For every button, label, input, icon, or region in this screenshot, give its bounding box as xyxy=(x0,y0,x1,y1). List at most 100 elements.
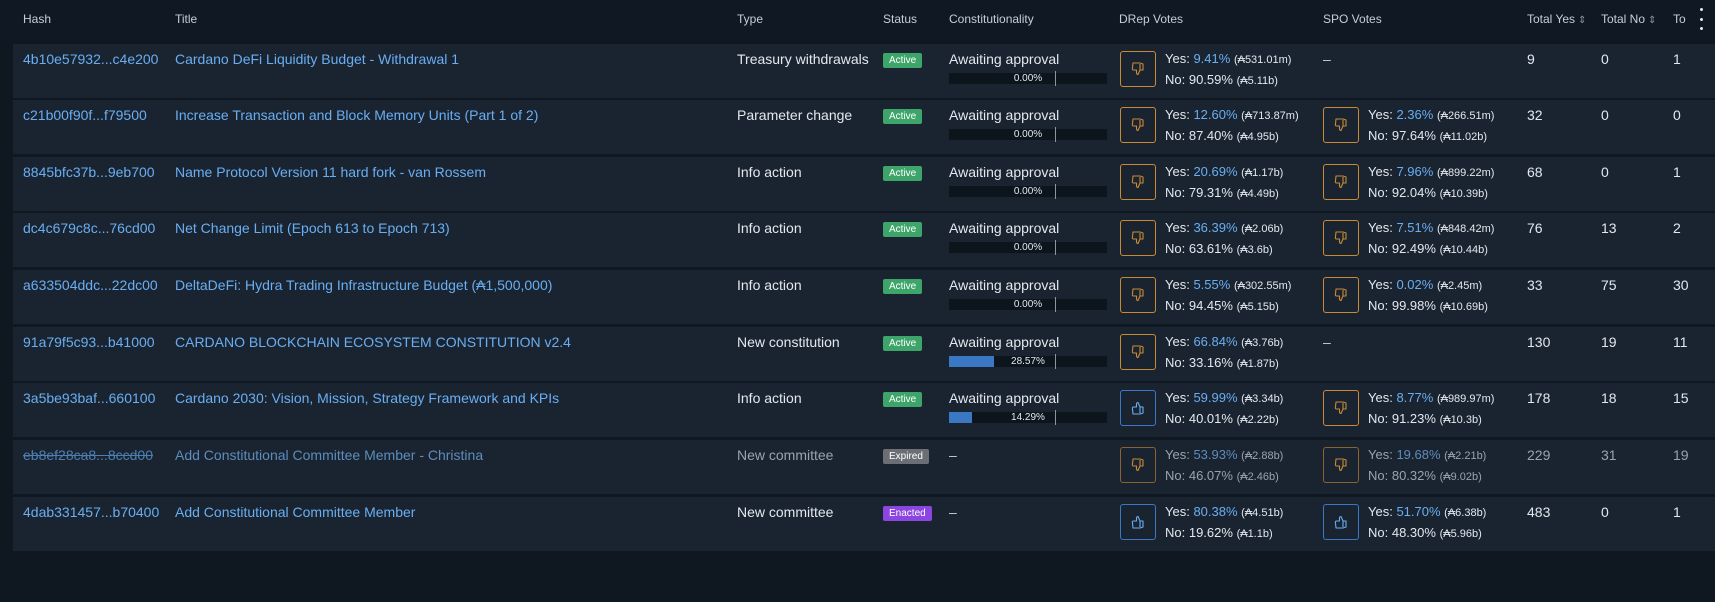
table-row[interactable]: 4b10e57932...c4e200 Cardano DeFi Liquidit… xyxy=(13,44,1715,98)
proposal-title-link[interactable]: Net Change Limit (Epoch 613 to Epoch 713… xyxy=(175,220,450,236)
drep-votes-yes-amount: (₳1.17b) xyxy=(1241,167,1284,179)
drep-votes-no-percent: 40.01% xyxy=(1188,411,1233,426)
proposal-hash-link[interactable]: eb8ef28ca8...8ccd00 xyxy=(23,447,153,463)
spo-votes-no-amount: (₳5.96b) xyxy=(1439,528,1482,540)
drep-votes-no-amount: (₳1.87b) xyxy=(1236,358,1279,370)
thumbs-down-icon[interactable] xyxy=(1120,334,1156,370)
thumbs-down-icon[interactable] xyxy=(1120,51,1156,87)
column-header-total-no[interactable]: Total No ⇕ xyxy=(1601,12,1656,26)
spo-votes-empty: – xyxy=(1323,334,1331,350)
spo-votes-yes: Yes: 7.51% (₳848.42m) xyxy=(1368,220,1495,235)
thumbs-up-icon[interactable] xyxy=(1120,504,1156,540)
table-row[interactable]: c21b00f90f...f79500 Increase Transaction … xyxy=(13,100,1715,154)
table-row[interactable]: dc4c679c8c...76cd00 Net Change Limit (Epo… xyxy=(13,213,1715,267)
thumbs-down-icon[interactable] xyxy=(1323,390,1359,426)
proposal-hash-link[interactable]: 4dab331457...b70400 xyxy=(23,504,159,520)
column-header-title[interactable]: Title xyxy=(175,12,197,26)
status-badge: Active xyxy=(883,222,923,237)
drep-votes-yes-percent: 80.38% xyxy=(1193,504,1238,519)
thumbs-down-icon[interactable] xyxy=(1323,277,1359,313)
total-abstain-count: 1 xyxy=(1673,51,1681,67)
spo-votes-yes: Yes: 2.36% (₳266.51m) xyxy=(1368,107,1495,122)
table-row[interactable]: 4dab331457...b70400 Add Constitutional Co… xyxy=(13,497,1715,551)
drep-votes-yes-percent: 66.84% xyxy=(1193,334,1238,349)
proposal-title-link[interactable]: Add Constitutional Committee Member xyxy=(175,504,415,520)
thumbs-down-icon[interactable] xyxy=(1120,220,1156,256)
total-no-count: 75 xyxy=(1601,277,1617,293)
sort-icon[interactable]: ⇕ xyxy=(1578,15,1586,26)
drep-votes-no: No: 33.16% (₳1.87b) xyxy=(1165,355,1279,370)
proposal-title-link[interactable]: Cardano DeFi Liquidity Budget - Withdraw… xyxy=(175,51,459,67)
proposal-hash-link[interactable]: c21b00f90f...f79500 xyxy=(23,107,147,123)
drep-votes-yes-amount: (₳302.55m) xyxy=(1233,280,1292,292)
proposal-title-link[interactable]: CARDANO BLOCKCHAIN ECOSYSTEM CONSTITUTIO… xyxy=(175,334,571,350)
proposal-title-link[interactable]: Cardano 2030: Vision, Mission, Strategy … xyxy=(175,390,559,406)
thumbs-down-icon[interactable] xyxy=(1120,277,1156,313)
column-header-total-abstain[interactable]: To xyxy=(1673,12,1686,26)
total-no-count: 31 xyxy=(1601,447,1617,463)
drep-votes-yes: Yes: 80.38% (₳4.51b) xyxy=(1165,504,1284,519)
proposal-title-link[interactable]: Add Constitutional Committee Member - Ch… xyxy=(175,447,483,463)
proposal-title-link[interactable]: Increase Transaction and Block Memory Un… xyxy=(175,107,538,123)
spo-votes-no: No: 92.49% (₳10.44b) xyxy=(1368,241,1488,256)
total-no-count: 0 xyxy=(1601,504,1609,520)
table-row[interactable]: 3a5be93baf...660100 Cardano 2030: Vision,… xyxy=(13,383,1715,437)
drep-votes-yes: Yes: 12.60% (₳713.87m) xyxy=(1165,107,1299,122)
column-header-spo-votes[interactable]: SPO Votes xyxy=(1323,12,1382,26)
drep-votes-no: No: 87.40% (₳4.95b) xyxy=(1165,128,1279,143)
drep-votes-no-amount: (₳4.95b) xyxy=(1236,131,1279,143)
thumbs-down-icon[interactable] xyxy=(1323,220,1359,256)
sort-icon[interactable]: ⇕ xyxy=(1648,15,1656,26)
proposal-hash-link[interactable]: 91a79f5c93...b41000 xyxy=(23,334,155,350)
drep-votes-yes-percent: 5.55% xyxy=(1193,277,1231,292)
total-abstain-count: 0 xyxy=(1673,107,1681,123)
spo-votes-yes-percent: 19.68% xyxy=(1396,447,1441,462)
progress-percent: 0.00% xyxy=(1013,186,1043,197)
proposal-hash-link[interactable]: dc4c679c8c...76cd00 xyxy=(23,220,155,236)
spo-votes-yes-amount: (₳2.21b) xyxy=(1444,450,1487,462)
table-row[interactable]: a633504ddc...22dc00 DeltaDeFi: Hydra Trad… xyxy=(13,270,1715,324)
drep-votes-no: No: 63.61% (₳3.6b) xyxy=(1165,241,1273,256)
table-row[interactable]: eb8ef28ca8...8ccd00 Add Constitutional Co… xyxy=(13,440,1715,494)
spo-votes-no-amount: (₳10.39b) xyxy=(1439,188,1488,200)
thumbs-down-icon[interactable] xyxy=(1120,164,1156,200)
constitutionality-status: Awaiting approval xyxy=(949,51,1060,67)
proposal-hash-link[interactable]: a633504ddc...22dc00 xyxy=(23,277,158,293)
column-header-status[interactable]: Status xyxy=(883,12,917,26)
thumbs-up-icon[interactable] xyxy=(1323,504,1359,540)
total-yes-count: 229 xyxy=(1527,447,1551,463)
drep-votes-yes: Yes: 66.84% (₳3.76b) xyxy=(1165,334,1284,349)
spo-votes-yes-amount: (₳266.51m) xyxy=(1436,110,1495,122)
spo-votes-no-amount: (₳10.69b) xyxy=(1439,301,1488,313)
table-row[interactable]: 91a79f5c93...b41000 CARDANO BLOCKCHAIN EC… xyxy=(13,327,1715,381)
proposal-hash-link[interactable]: 3a5be93baf...660100 xyxy=(23,390,155,406)
column-header-type[interactable]: Type xyxy=(737,12,763,26)
drep-votes-no-amount: (₳5.15b) xyxy=(1236,301,1279,313)
committee-approval-progress: 0.00% xyxy=(949,240,1107,255)
thumbs-up-icon[interactable] xyxy=(1120,390,1156,426)
table-row[interactable]: 8845bfc37b...9eb700 Name Protocol Version… xyxy=(13,157,1715,211)
more-options-icon[interactable] xyxy=(1693,8,1709,30)
thumbs-down-icon[interactable] xyxy=(1323,107,1359,143)
column-header-hash[interactable]: Hash xyxy=(23,12,51,26)
drep-votes-no-percent: 90.59% xyxy=(1188,72,1233,87)
drep-votes-yes: Yes: 53.93% (₳2.88b) xyxy=(1165,447,1284,462)
drep-votes-no: No: 40.01% (₳2.22b) xyxy=(1165,411,1279,426)
thumbs-down-icon[interactable] xyxy=(1120,447,1156,483)
spo-votes-yes-amount: (₳989.97m) xyxy=(1436,393,1495,405)
thumbs-down-icon[interactable] xyxy=(1323,164,1359,200)
total-abstain-count: 15 xyxy=(1673,390,1689,406)
thumbs-down-icon[interactable] xyxy=(1323,447,1359,483)
thumbs-down-icon[interactable] xyxy=(1120,107,1156,143)
total-no-count: 19 xyxy=(1601,334,1617,350)
proposal-title-link[interactable]: DeltaDeFi: Hydra Trading Infrastructure … xyxy=(175,277,552,293)
committee-approval-progress: 0.00% xyxy=(949,184,1107,199)
column-header-total-yes[interactable]: Total Yes ⇕ xyxy=(1527,12,1586,26)
column-header-drep-votes[interactable]: DRep Votes xyxy=(1119,12,1183,26)
proposal-hash-link[interactable]: 4b10e57932...c4e200 xyxy=(23,51,158,67)
constitutionality-status: Awaiting approval xyxy=(949,220,1060,236)
spo-votes-no-percent: 99.98% xyxy=(1391,298,1436,313)
proposal-title-link[interactable]: Name Protocol Version 11 hard fork - van… xyxy=(175,164,486,180)
proposal-hash-link[interactable]: 8845bfc37b...9eb700 xyxy=(23,164,155,180)
column-header-constitutionality[interactable]: Constitutionality xyxy=(949,12,1034,26)
